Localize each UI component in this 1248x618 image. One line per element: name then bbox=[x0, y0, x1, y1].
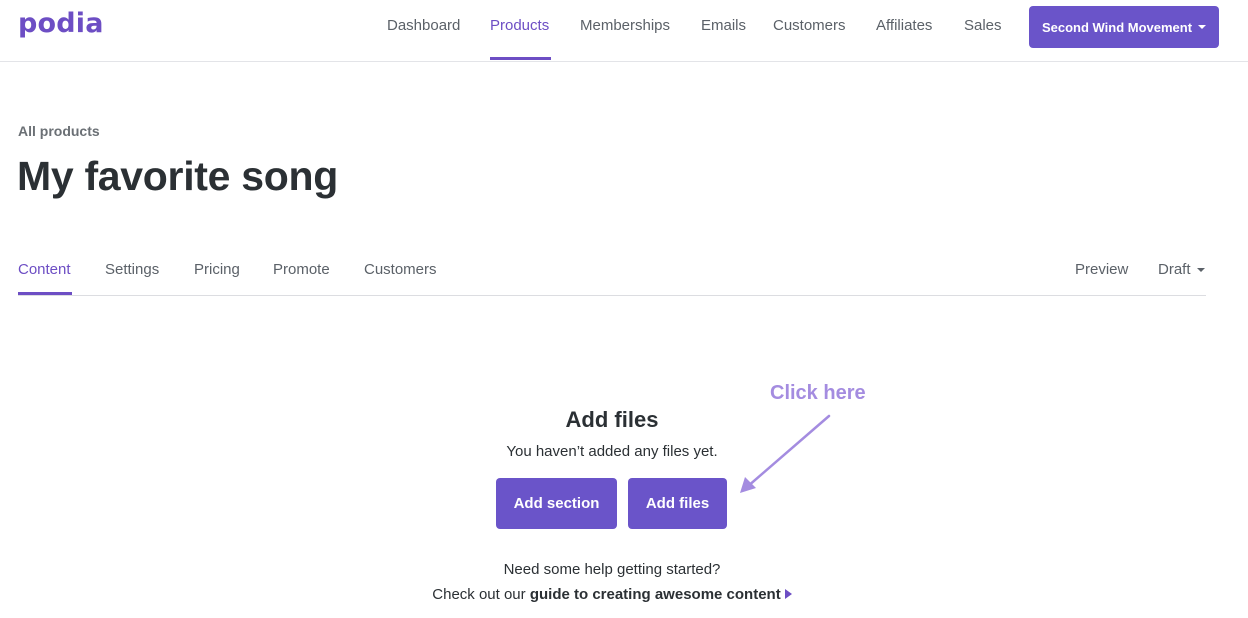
tab-content[interactable]: Content bbox=[18, 261, 71, 278]
nav-sales[interactable]: Sales bbox=[964, 17, 1002, 34]
store-name: Second Wind Movement bbox=[1041, 19, 1193, 35]
status-dropdown[interactable]: Draft bbox=[1158, 261, 1205, 278]
nav-dashboard[interactable]: Dashboard bbox=[387, 17, 460, 34]
podia-logo[interactable]: podia bbox=[18, 8, 104, 39]
click-here-annotation: Click here bbox=[770, 382, 866, 404]
empty-state-title: Add files bbox=[565, 407, 659, 432]
tab-customers[interactable]: Customers bbox=[364, 261, 437, 278]
annotation-arrow-icon bbox=[740, 414, 831, 493]
add-files-button[interactable]: Add files bbox=[628, 478, 727, 529]
help-guide-prefix: Check out our bbox=[432, 586, 530, 603]
nav-affiliates[interactable]: Affiliates bbox=[876, 17, 932, 34]
breadcrumb-all-products[interactable]: All products bbox=[18, 123, 100, 139]
caret-down-icon bbox=[1196, 267, 1205, 272]
nav-customers[interactable]: Customers bbox=[773, 17, 846, 34]
page-title: My favorite song bbox=[17, 153, 338, 199]
status-label: Draft bbox=[1158, 261, 1191, 278]
help-text: Need some help getting started? bbox=[503, 561, 721, 578]
add-section-button[interactable]: Add section bbox=[496, 478, 617, 529]
tab-settings[interactable]: Settings bbox=[105, 261, 159, 278]
preview-link[interactable]: Preview bbox=[1075, 261, 1128, 278]
product-tabs: Content Settings Pricing Promote Custome… bbox=[18, 240, 1206, 296]
tab-active-indicator bbox=[18, 292, 72, 295]
nav-products[interactable]: Products bbox=[490, 17, 549, 34]
tab-promote[interactable]: Promote bbox=[273, 261, 330, 278]
nav-active-indicator bbox=[490, 57, 551, 60]
store-switcher-button[interactable]: Second Wind Movement bbox=[1029, 6, 1219, 48]
nav-emails[interactable]: Emails bbox=[701, 17, 746, 34]
caret-down-icon bbox=[1198, 25, 1207, 29]
guide-link[interactable]: guide to creating awesome content bbox=[530, 586, 781, 603]
empty-state-message: You haven’t added any files yet. bbox=[506, 443, 718, 460]
nav-memberships[interactable]: Memberships bbox=[580, 17, 670, 34]
tab-pricing[interactable]: Pricing bbox=[194, 261, 240, 278]
top-navigation-bar: podia Dashboard Products Memberships Ema… bbox=[0, 0, 1248, 62]
play-arrow-icon bbox=[784, 589, 792, 599]
help-guide-line: Check out our guide to creating awesome … bbox=[0, 586, 1224, 603]
